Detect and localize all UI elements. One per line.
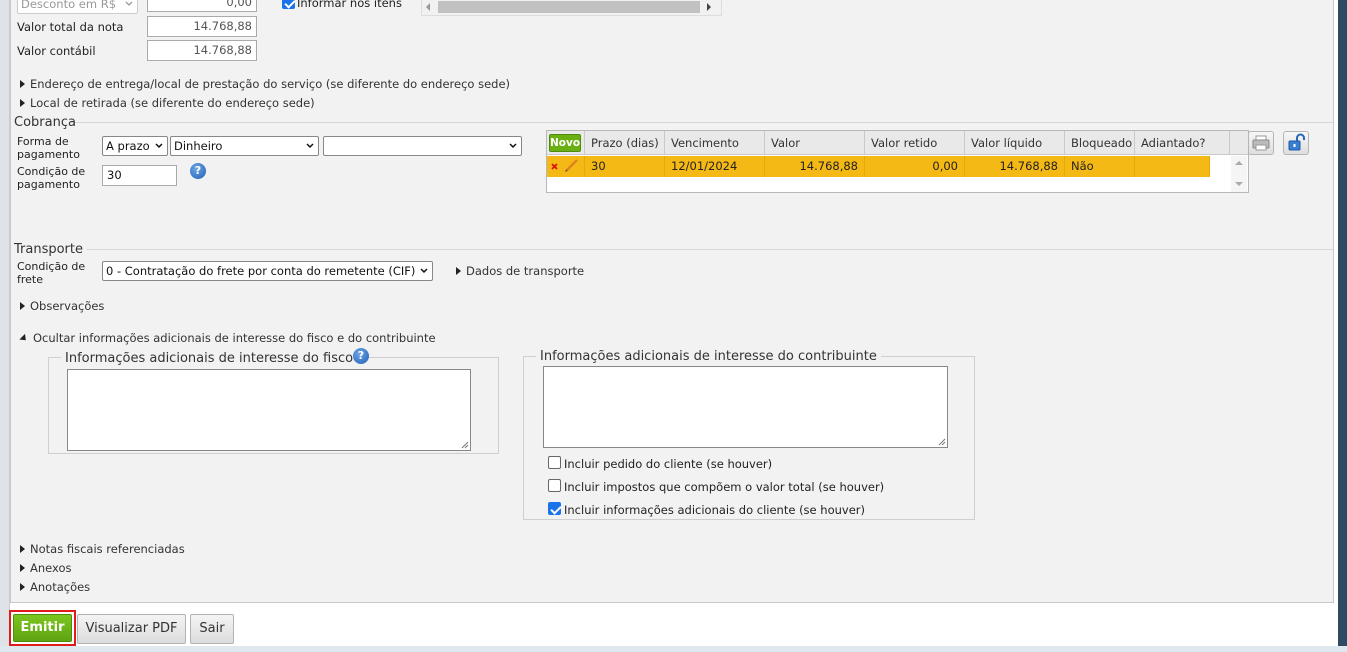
incluir-impostos-checkbox[interactable] [548, 479, 561, 492]
scroll-thumb[interactable] [438, 1, 700, 13]
incluir-pedido-label: Incluir pedido do cliente (se houver) [564, 457, 773, 471]
incluir-info-cliente-label: Incluir informações adicionais do client… [564, 503, 865, 517]
edit-pencil-icon[interactable] [565, 159, 578, 172]
chevron-down-icon [420, 268, 428, 274]
contribuinte-legend: Informações adicionais de interesse do c… [536, 349, 881, 364]
expander-ocultar-info[interactable]: Ocultar informações adicionais de intere… [19, 331, 436, 345]
condicao-frete-label: Condição de frete [17, 260, 86, 286]
incluir-impostos-label: Incluir impostos que compõem o valor tot… [564, 480, 885, 494]
caret-right-icon [20, 99, 25, 107]
expander-anotacoes[interactable]: Anotações [20, 580, 90, 594]
chevron-down-icon [155, 143, 163, 149]
valor-total-field: 14.768,88 [147, 16, 257, 37]
discount-value-field[interactable]: 0,00 [147, 0, 257, 12]
caret-right-icon [456, 267, 461, 275]
caret-right-icon [20, 545, 25, 553]
expander-notas-referenciadas[interactable]: Notas fiscais referenciadas [20, 542, 185, 556]
delete-icon[interactable] [551, 163, 558, 170]
grid-cell-valor-retido[interactable]: 0,00 [865, 156, 965, 177]
printer-icon [1252, 135, 1270, 151]
expander-local-retirada[interactable]: Local de retirada (se diferente do ender… [20, 96, 315, 110]
caret-right-icon [20, 564, 25, 572]
chevron-down-icon [306, 143, 314, 149]
sair-button[interactable]: Sair [190, 614, 234, 644]
resize-grip-icon[interactable] [461, 441, 469, 449]
forma-pagamento-label: Forma de pagamento [17, 135, 80, 161]
caret-down-icon [19, 333, 29, 344]
grid-header-prazo[interactable]: Prazo (dias) [585, 131, 665, 155]
grid-header-spacer [1230, 131, 1248, 155]
right-border [1338, 0, 1347, 652]
grid-header-vencimento[interactable]: Vencimento [665, 131, 765, 155]
informar-itens-label: Informar nos itens [297, 0, 402, 10]
bottom-border [0, 646, 1347, 652]
caret-right-icon [20, 583, 25, 591]
grid-cell-prazo[interactable]: 30 [585, 156, 665, 177]
informar-itens-checkbox[interactable] [282, 0, 295, 9]
incluir-info-cliente-checkbox[interactable] [548, 502, 561, 515]
condicao-pagamento-label: Condição de pagamento [17, 165, 86, 191]
emitir-highlight: Emitir [9, 610, 76, 646]
emitir-button[interactable]: Emitir [13, 614, 72, 642]
caret-right-icon [20, 80, 25, 88]
grid-vertical-scrollbar[interactable] [1231, 156, 1247, 192]
forma-pagamento-select[interactable]: A prazo [102, 136, 168, 156]
conta-select[interactable] [323, 136, 522, 156]
unlock-button[interactable] [1283, 131, 1309, 155]
expander-anexos[interactable]: Anexos [20, 561, 72, 575]
invoice-window: Desconto em R$ 0,00 Informar nos itens V… [0, 0, 1338, 646]
grid-cell-adiantado[interactable] [1135, 156, 1210, 177]
horizontal-scrollbar[interactable] [421, 0, 722, 16]
grid-header-valor[interactable]: Valor [765, 131, 865, 155]
scroll-right-icon[interactable] [707, 3, 711, 11]
chevron-down-icon [125, 1, 133, 6]
valor-contabil-label: Valor contábil [17, 44, 96, 58]
resize-grip-icon[interactable] [938, 438, 946, 446]
grid-cell-bloqueado[interactable]: Não [1065, 156, 1135, 177]
contribuinte-textarea[interactable] [543, 366, 948, 448]
incluir-pedido-checkbox[interactable] [548, 456, 561, 469]
visualizar-pdf-button[interactable]: Visualizar PDF [77, 614, 186, 644]
grid-header-valor-retido[interactable]: Valor retido [865, 131, 965, 155]
transporte-title: Transporte [14, 242, 83, 257]
discount-type-select[interactable]: Desconto em R$ [17, 0, 138, 14]
grid-header-novo: Novo [547, 131, 585, 155]
cobranca-title: Cobrança [14, 115, 76, 130]
meio-pagamento-select[interactable]: Dinheiro [170, 136, 319, 156]
grid-row-actions [547, 156, 585, 177]
condicao-frete-select[interactable]: 0 - Contratação do frete por conta do re… [102, 261, 433, 281]
transporte-divider [87, 249, 1333, 250]
installments-grid: Novo Prazo (dias) Vencimento Valor Valor… [546, 130, 1249, 193]
grid-header-valor-liquido[interactable]: Valor líquido [965, 131, 1065, 155]
valor-total-label: Valor total da nota [17, 20, 124, 34]
scroll-up-icon[interactable] [1235, 161, 1243, 165]
grid-cell-valor[interactable]: 14.768,88 [765, 156, 865, 177]
unlock-icon [1288, 133, 1305, 151]
scroll-left-icon[interactable] [426, 3, 430, 11]
fisco-legend: Informações adicionais de interesse do f… [61, 351, 358, 366]
grid-header-adiantado[interactable]: Adiantado? [1135, 131, 1230, 155]
condicao-pagamento-field[interactable]: 30 [102, 165, 177, 186]
expander-dados-transporte[interactable]: Dados de transporte [456, 264, 584, 278]
expander-endereco-entrega[interactable]: Endereço de entrega/local de prestação d… [20, 77, 510, 91]
print-button[interactable] [1248, 131, 1274, 155]
help-icon[interactable]: ? [353, 348, 369, 364]
invoice-form-panel: Desconto em R$ 0,00 Informar nos itens V… [10, 0, 1334, 603]
grid-cell-valor-liquido[interactable]: 14.768,88 [965, 156, 1065, 177]
help-icon[interactable]: ? [190, 163, 206, 179]
scroll-down-icon[interactable] [1235, 182, 1243, 186]
grid-header-bloqueado[interactable]: Bloqueado [1065, 131, 1135, 155]
grid-cell-vencimento[interactable]: 12/01/2024 [665, 156, 765, 177]
fisco-textarea[interactable] [67, 369, 471, 451]
chevron-down-icon [509, 143, 517, 149]
expander-observacoes[interactable]: Observações [20, 299, 104, 313]
novo-button[interactable]: Novo [549, 134, 581, 152]
left-border [0, 0, 10, 646]
cobranca-divider [71, 122, 1333, 123]
valor-contabil-field: 14.768,88 [147, 40, 257, 61]
caret-right-icon [20, 302, 25, 310]
